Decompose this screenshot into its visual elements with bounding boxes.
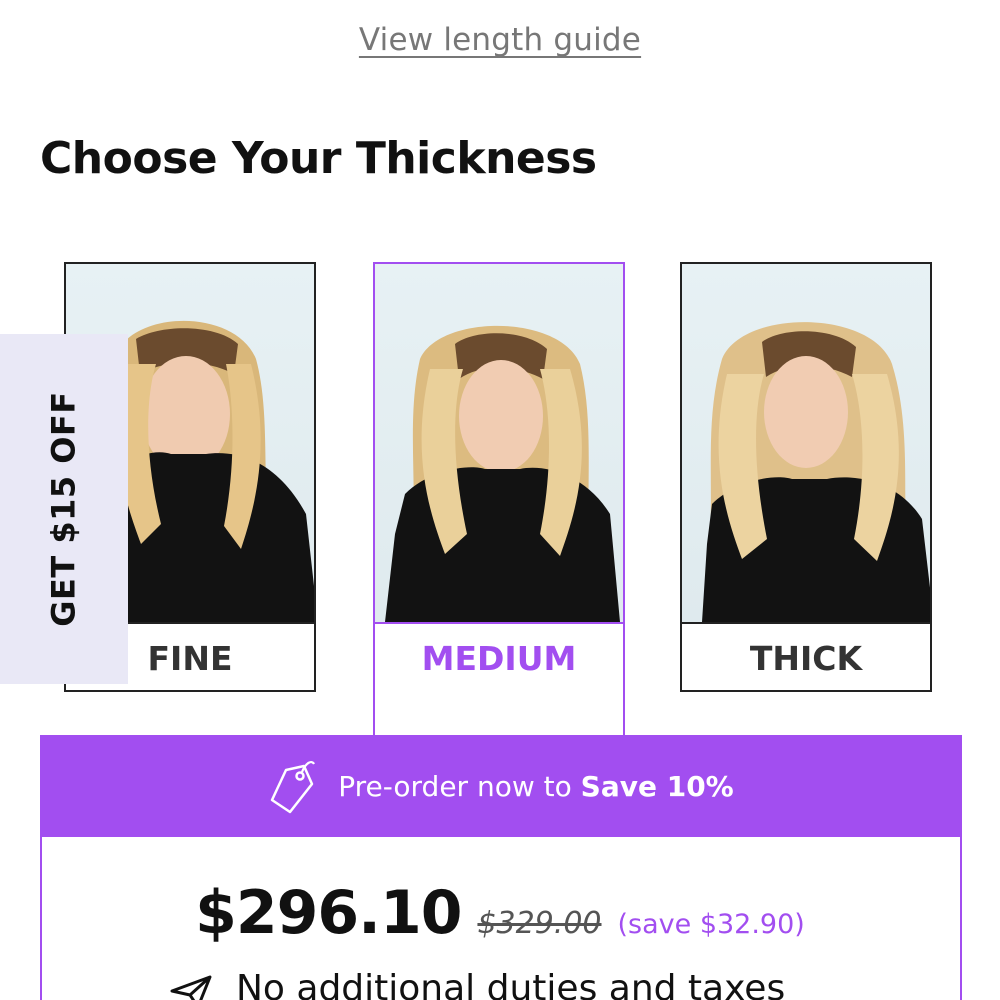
thickness-option-medium[interactable]: MEDIUM	[373, 262, 625, 736]
preorder-banner: Pre-order now to Save 10%	[40, 735, 962, 837]
model-photo-medium	[375, 264, 623, 624]
preorder-text: Pre-order now to Save 10%	[338, 769, 734, 803]
promo-side-tab[interactable]: GET $15 OFF	[0, 334, 128, 684]
duties-row: No additional duties and taxes	[168, 968, 968, 1000]
price-tag-icon	[271, 761, 316, 814]
model-photo-thick	[682, 264, 930, 624]
current-price: $296.10	[195, 878, 462, 948]
duties-text: No additional duties and taxes	[236, 968, 786, 1000]
section-title: Choose Your Thickness	[40, 133, 597, 184]
product-page: View length guide Choose Your Thickness …	[0, 0, 1000, 1000]
plane-icon	[170, 975, 212, 1000]
view-length-guide-link[interactable]: View length guide	[0, 22, 1000, 58]
thickness-option-thick[interactable]: THICK	[680, 262, 932, 692]
option-label-thick: THICK	[749, 638, 863, 678]
savings-text: (save $32.90)	[617, 909, 805, 940]
option-label-medium: MEDIUM	[421, 638, 577, 678]
price-row: $296.10 $329.00 (save $32.90)	[0, 878, 1000, 948]
promo-tab-text: GET $15 OFF	[45, 391, 84, 627]
original-price: $329.00	[477, 906, 602, 941]
